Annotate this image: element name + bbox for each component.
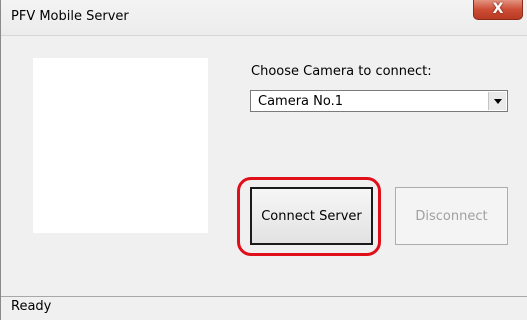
camera-preview [33, 58, 208, 233]
choose-camera-label: Choose Camera to connect: [251, 64, 432, 79]
title-bar[interactable]: PFV Mobile Server X [1, 0, 527, 36]
disconnect-button[interactable]: Disconnect [395, 187, 508, 245]
close-button[interactable]: X [473, 0, 523, 20]
chevron-down-icon[interactable] [488, 92, 506, 110]
status-bar: Ready [1, 296, 527, 320]
app-window: PFV Mobile Server X Choose Camera to con… [0, 0, 527, 320]
status-text: Ready [11, 299, 52, 314]
connect-server-button[interactable]: Connect Server [250, 187, 373, 245]
camera-select-value: Camera No.1 [258, 94, 344, 109]
close-icon: X [492, 0, 504, 17]
camera-select[interactable]: Camera No.1 [250, 90, 508, 112]
window-title: PFV Mobile Server [11, 9, 129, 24]
